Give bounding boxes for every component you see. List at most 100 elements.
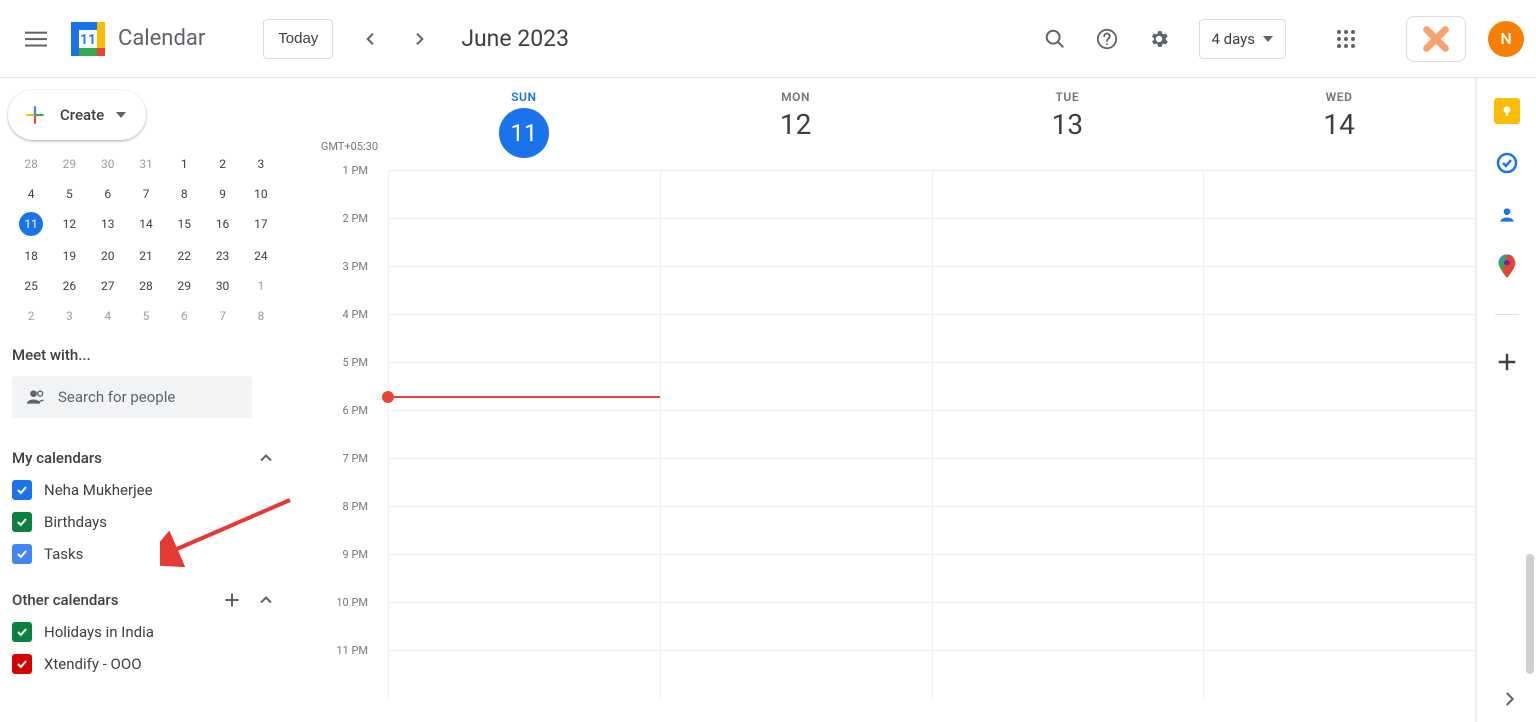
mini-calendar-day[interactable]: 10 (247, 184, 275, 204)
search-people-placeholder: Search for people (58, 388, 175, 406)
mini-calendar-day[interactable]: 11 (19, 212, 43, 236)
mini-calendar-day[interactable]: 14 (132, 214, 160, 234)
mini-calendar-day[interactable]: 16 (209, 214, 237, 234)
search-button[interactable] (1033, 17, 1077, 61)
mini-calendar-day[interactable]: 1 (247, 276, 275, 296)
maps-icon[interactable] (1494, 254, 1520, 280)
checkbox-icon[interactable] (12, 622, 32, 642)
mini-calendar-day[interactable]: 8 (247, 306, 275, 326)
day-header[interactable]: SUN 11 (388, 78, 660, 170)
view-switcher[interactable]: 4 days (1199, 19, 1287, 59)
contacts-icon[interactable] (1494, 202, 1520, 228)
calendar-main: GMT+05:30 1 PM2 PM3 PM4 PM5 PM6 PM7 PM8 … (292, 78, 1536, 722)
hour-label: 3 PM (292, 266, 378, 314)
day-of-month[interactable]: 11 (499, 108, 549, 158)
mini-calendar-day[interactable]: 4 (94, 306, 122, 326)
mini-calendar-day[interactable]: 30 (209, 276, 237, 296)
calendar-list-item[interactable]: Tasks (12, 544, 280, 564)
mini-calendar-day[interactable]: 28 (132, 276, 160, 296)
add-other-calendar-button[interactable] (222, 590, 242, 610)
mini-calendar-day[interactable]: 26 (55, 276, 83, 296)
tasks-icon[interactable] (1494, 150, 1520, 176)
mini-calendar-day[interactable]: 8 (170, 184, 198, 204)
mini-calendar-day[interactable]: 28 (17, 154, 45, 174)
day-header[interactable]: WED 14 (1203, 78, 1475, 170)
checkbox-icon[interactable] (12, 480, 32, 500)
today-button[interactable]: Today (263, 19, 333, 59)
app-logo: 11 Calendar (68, 19, 205, 59)
google-apps-button[interactable] (1324, 17, 1368, 61)
checkbox-icon[interactable] (12, 654, 32, 674)
calendar-list-item[interactable]: Xtendify - OOO (12, 654, 280, 674)
main-menu-button[interactable] (12, 15, 60, 63)
my-calendars-header[interactable]: My calendars (12, 448, 280, 468)
mini-calendar-day[interactable]: 2 (209, 154, 237, 174)
mini-calendar-day[interactable]: 6 (170, 306, 198, 326)
keep-icon[interactable] (1494, 98, 1520, 124)
day-of-month[interactable]: 12 (660, 108, 932, 141)
mini-calendar-day[interactable]: 1 (170, 154, 198, 174)
mini-calendar-day[interactable]: 27 (94, 276, 122, 296)
help-button[interactable] (1085, 17, 1129, 61)
mini-calendar-day[interactable]: 24 (247, 246, 275, 266)
calendar-list-item[interactable]: Birthdays (12, 512, 280, 532)
create-label: Create (60, 106, 104, 124)
day-of-month[interactable]: 13 (932, 108, 1204, 141)
day-header[interactable]: MON 12 (660, 78, 932, 170)
mini-calendar-day[interactable]: 12 (55, 214, 83, 234)
mini-calendar-day[interactable]: 5 (55, 184, 83, 204)
hour-label: 10 PM (292, 602, 378, 650)
calendar-list-item[interactable]: Holidays in India (12, 622, 280, 642)
mini-calendar-day[interactable]: 17 (247, 214, 275, 234)
mini-calendar-day[interactable]: 18 (17, 246, 45, 266)
search-people-input[interactable]: Search for people (12, 376, 252, 418)
mini-calendar-day[interactable]: 7 (209, 306, 237, 326)
mini-calendar-day[interactable]: 19 (55, 246, 83, 266)
my-calendars-label: My calendars (12, 449, 102, 467)
my-calendars-list: Neha Mukherjee Birthdays Tasks (12, 480, 280, 564)
mini-calendar-day[interactable]: 3 (247, 154, 275, 174)
mini-calendar[interactable]: 2829303112345678910111213141516171819202… (12, 154, 280, 326)
other-calendars-header[interactable]: Other calendars (12, 590, 280, 610)
checkbox-icon[interactable] (12, 544, 32, 564)
hour-label: 9 PM (292, 554, 378, 602)
mini-calendar-day[interactable]: 9 (209, 184, 237, 204)
mini-calendar-day[interactable]: 22 (170, 246, 198, 266)
day-of-week: TUE (932, 90, 1204, 104)
mini-calendar-day[interactable]: 15 (170, 214, 198, 234)
account-avatar[interactable]: N (1488, 21, 1524, 57)
hour-label: 6 PM (292, 410, 378, 458)
day-grid[interactable]: SUN 11 MON 12 TUE 13 WED 14 (388, 78, 1476, 722)
mini-calendar-day[interactable]: 4 (17, 184, 45, 204)
hour-label: 1 PM (292, 170, 378, 218)
prev-period-button[interactable] (351, 19, 391, 59)
settings-button[interactable] (1137, 17, 1181, 61)
mini-calendar-day[interactable]: 7 (132, 184, 160, 204)
mini-calendar-day[interactable]: 29 (170, 276, 198, 296)
mini-calendar-day[interactable]: 5 (132, 306, 160, 326)
mini-calendar-day[interactable]: 29 (55, 154, 83, 174)
next-period-button[interactable] (399, 19, 439, 59)
mini-calendar-day[interactable]: 6 (94, 184, 122, 204)
current-date-range[interactable]: June 2023 (461, 25, 569, 52)
mini-calendar-day[interactable]: 20 (94, 246, 122, 266)
get-addons-button[interactable] (1494, 349, 1520, 375)
hour-label: 8 PM (292, 506, 378, 554)
create-button[interactable]: Create (8, 90, 146, 140)
extension-logo[interactable] (1406, 16, 1466, 62)
mini-calendar-day[interactable]: 21 (132, 246, 160, 266)
mini-calendar-day[interactable]: 30 (94, 154, 122, 174)
mini-calendar-day[interactable]: 23 (209, 246, 237, 266)
time-gutter: GMT+05:30 1 PM2 PM3 PM4 PM5 PM6 PM7 PM8 … (292, 78, 388, 722)
timezone-label: GMT+05:30 (321, 140, 378, 153)
mini-calendar-day[interactable]: 2 (17, 306, 45, 326)
hide-side-panel-button[interactable] (1500, 690, 1518, 712)
calendar-list-item[interactable]: Neha Mukherjee (12, 480, 280, 500)
day-header[interactable]: TUE 13 (932, 78, 1204, 170)
mini-calendar-day[interactable]: 13 (94, 214, 122, 234)
day-of-month[interactable]: 14 (1203, 108, 1475, 141)
mini-calendar-day[interactable]: 31 (132, 154, 160, 174)
mini-calendar-day[interactable]: 25 (17, 276, 45, 296)
checkbox-icon[interactable] (12, 512, 32, 532)
mini-calendar-day[interactable]: 3 (55, 306, 83, 326)
